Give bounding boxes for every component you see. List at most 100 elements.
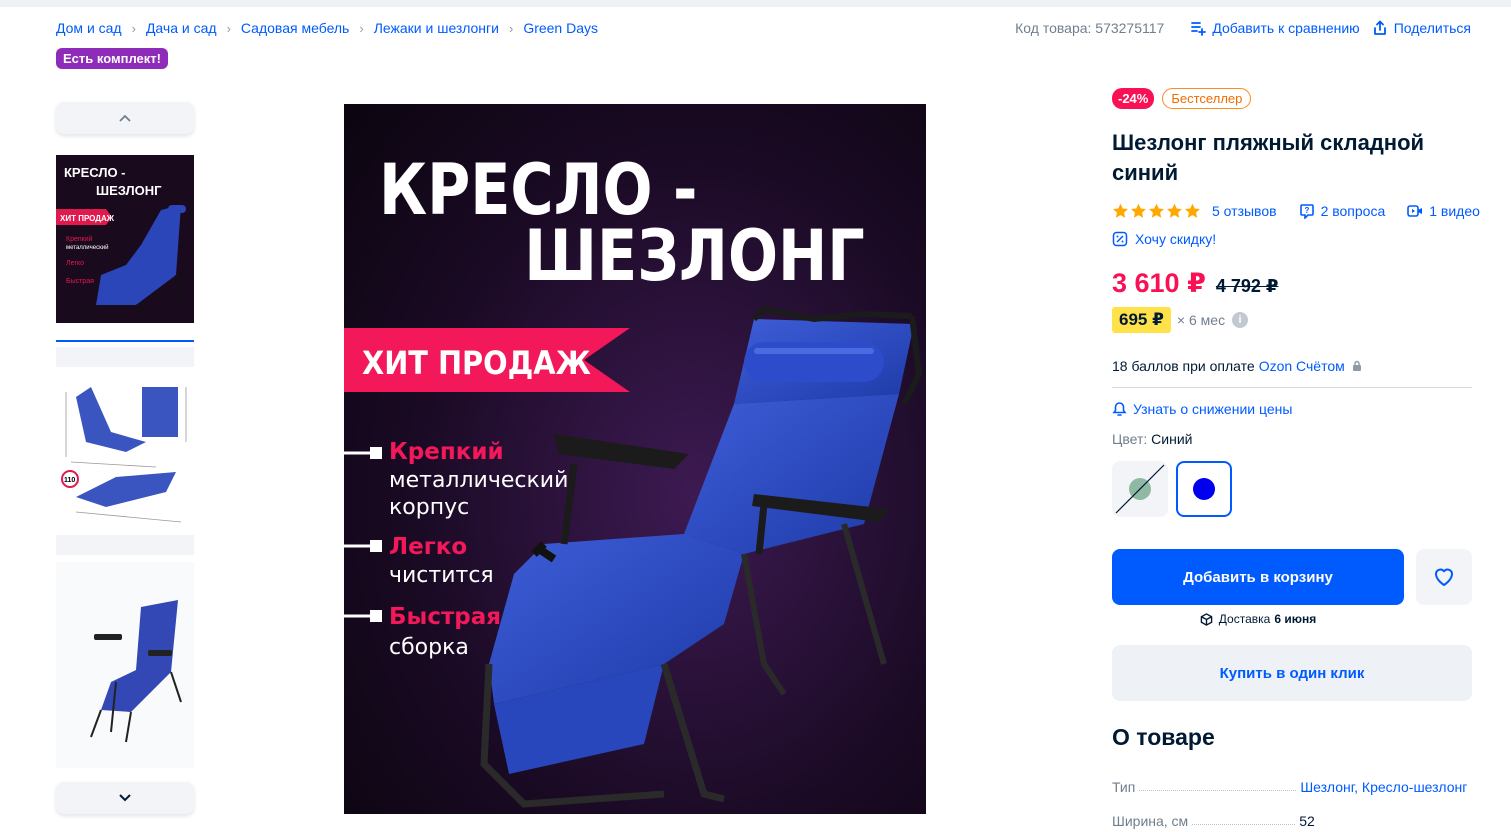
thumbnail-gallery: КРЕСЛО - ШЕЗЛОНГ ХИТ ПРОДАЖ Крепкий мета… <box>56 102 194 814</box>
ozon-account-link[interactable]: Ozon Счётом <box>1259 358 1345 374</box>
thumbnail-image: 110 <box>56 347 194 555</box>
spec-key: Тип <box>1112 779 1136 795</box>
box-icon <box>1200 612 1213 626</box>
svg-text:ШЕЗЛОНГ: ШЕЗЛОНГ <box>96 183 162 198</box>
installment-block[interactable]: 695 ₽ × 6 мес i <box>1112 307 1249 333</box>
want-discount-label: Хочу скидку! <box>1135 231 1217 247</box>
about-product-heading: О товаре <box>1112 724 1215 750</box>
add-to-cart-button[interactable]: Добавить в корзину <box>1112 549 1404 605</box>
reviews-label: 5 отзывов <box>1212 203 1277 219</box>
svg-text:110: 110 <box>64 477 75 484</box>
thumbnail-image <box>56 562 194 768</box>
buy-one-click-button[interactable]: Купить в один клик <box>1112 645 1472 701</box>
chevron-right-icon: › <box>131 20 136 36</box>
breadcrumb-item-dacha[interactable]: Дача и сад <box>146 20 217 36</box>
bell-icon <box>1112 402 1127 416</box>
chevron-right-icon: › <box>226 20 231 36</box>
color-value: Синий <box>1151 431 1193 447</box>
feature-3-highlight: Быстрая <box>389 604 501 630</box>
ribbon-text: ХИТ ПРОДАЖ <box>362 346 591 383</box>
svg-text:?: ? <box>1304 206 1309 215</box>
main-product-image[interactable]: КРЕСЛО - ШЕЗЛОНГ ХИТ ПРОДАЖ Крепкий мета… <box>344 104 926 814</box>
question-icon: ? <box>1299 204 1314 219</box>
feature-1-line2: металлический <box>389 468 568 493</box>
feature-3-line2: сборка <box>389 635 469 660</box>
star-icon <box>1131 203 1146 218</box>
color-swatch-green-unavailable[interactable] <box>1112 461 1168 517</box>
color-label: Цвет: Синий <box>1112 431 1192 447</box>
price-drop-label: Узнать о снижении цены <box>1133 401 1293 417</box>
rating-stars[interactable] <box>1112 203 1202 219</box>
delivery-label: Доставка <box>1218 612 1271 626</box>
divider <box>1112 387 1472 388</box>
chevron-right-icon: › <box>359 20 364 36</box>
breadcrumb-item-loungers[interactable]: Лежаки и шезлонги <box>374 20 499 36</box>
breadcrumb-item-garden-furniture[interactable]: Садовая мебель <box>241 20 349 36</box>
svg-text:ХИТ ПРОДАЖ: ХИТ ПРОДАЖ <box>60 214 115 223</box>
price-drop-notify-link[interactable]: Узнать о снижении цены <box>1112 401 1292 417</box>
svg-text:КРЕСЛО -: КРЕСЛО - <box>64 165 126 180</box>
spec-row: Тип Шезлонг, Кресло-шезлонг <box>1112 779 1472 795</box>
video-icon <box>1407 205 1423 217</box>
rating-row: 5 отзывов ? 2 вопроса 1 видео <box>1112 203 1480 219</box>
compare-label: Добавить к сравнению <box>1212 20 1360 36</box>
spec-leader <box>1192 824 1296 825</box>
star-icon <box>1113 203 1128 218</box>
old-price: 4 792 ₽ <box>1215 276 1279 296</box>
thumbnail-1[interactable]: КРЕСЛО - ШЕЗЛОНГ ХИТ ПРОДАЖ Крепкий мета… <box>56 155 194 323</box>
points-text: 18 баллов при оплате <box>1112 358 1255 374</box>
questions-label: 2 вопроса <box>1320 203 1386 219</box>
installment-term: × 6 мес <box>1176 312 1226 328</box>
compare-icon <box>1191 22 1207 36</box>
installment-amount: 695 ₽ <box>1112 307 1171 333</box>
want-discount-link[interactable]: Хочу скидку! <box>1112 231 1216 247</box>
bestseller-badge[interactable]: Бестселлер <box>1162 88 1252 109</box>
feature-2-highlight: Легко <box>389 534 467 560</box>
delivery-info: Доставка 6 июня <box>1112 612 1404 626</box>
thumbnails-scroll-up-button[interactable] <box>56 102 194 134</box>
svg-text:Быстрая: Быстрая <box>66 278 94 285</box>
price-block: 3 610 ₽ 4 792 ₽ <box>1112 268 1278 299</box>
share-icon <box>1373 20 1386 35</box>
discount-tag-icon <box>1112 231 1128 247</box>
delivery-date: 6 июня <box>1274 612 1317 626</box>
active-thumbnail-indicator <box>56 340 194 342</box>
videos-link[interactable]: 1 видео <box>1407 203 1480 219</box>
image-title-line2: ШЕЗЛОНГ <box>524 216 864 297</box>
questions-link[interactable]: ? 2 вопроса <box>1299 203 1386 219</box>
svg-text:Легко: Легко <box>66 260 84 267</box>
color-label-key: Цвет: <box>1112 431 1148 447</box>
breadcrumb-item-brand[interactable]: Green Days <box>523 20 598 36</box>
info-icon[interactable]: i <box>1232 312 1249 328</box>
breadcrumb-item-home-garden[interactable]: Дом и сад <box>56 20 122 36</box>
unavailable-strike-icon <box>1115 464 1165 514</box>
spec-value-link[interactable]: Шезлонг, Кресло-шезлонг <box>1300 779 1467 795</box>
star-icon <box>1185 203 1200 218</box>
share-label: Поделиться <box>1393 20 1471 36</box>
spec-key: Ширина, см <box>1112 813 1189 829</box>
product-badges: -24% Бестселлер <box>1112 88 1252 109</box>
spec-value: 52 <box>1299 813 1315 829</box>
thumbnail-2[interactable]: 110 <box>56 347 194 555</box>
current-price: 3 610 ₽ <box>1112 268 1206 298</box>
color-swatch-blue-selected[interactable] <box>1176 461 1232 517</box>
discount-badge: -24% <box>1112 88 1155 109</box>
product-actions: Код товара: 573275117 Добавить к сравнен… <box>1015 20 1471 36</box>
chevron-up-icon <box>119 114 131 122</box>
breadcrumb: Дом и сад › Дача и сад › Садовая мебель … <box>56 20 598 36</box>
kit-badge[interactable]: Есть комплект! <box>56 48 168 69</box>
star-icon <box>1149 203 1164 218</box>
reviews-link[interactable]: 5 отзывов <box>1212 203 1277 219</box>
feature-2-line2: чистится <box>389 563 494 588</box>
thumbnail-3[interactable] <box>56 562 194 768</box>
points-info: 18 баллов при оплате Ozon Счётом <box>1112 358 1362 374</box>
thumbnails-scroll-down-button[interactable] <box>56 782 194 814</box>
spec-row: Ширина, см 52 <box>1112 813 1472 829</box>
compare-button[interactable]: Добавить к сравнению <box>1190 20 1360 36</box>
product-photo: КРЕСЛО - ШЕЗЛОНГ ХИТ ПРОДАЖ Крепкий мета… <box>344 104 926 814</box>
top-strip <box>0 0 1511 7</box>
share-button[interactable]: Поделиться <box>1372 20 1471 36</box>
swatch-dot <box>1193 478 1215 500</box>
favorite-button[interactable] <box>1416 549 1472 605</box>
thumbnail-image: КРЕСЛО - ШЕЗЛОНГ ХИТ ПРОДАЖ Крепкий мета… <box>56 155 194 323</box>
